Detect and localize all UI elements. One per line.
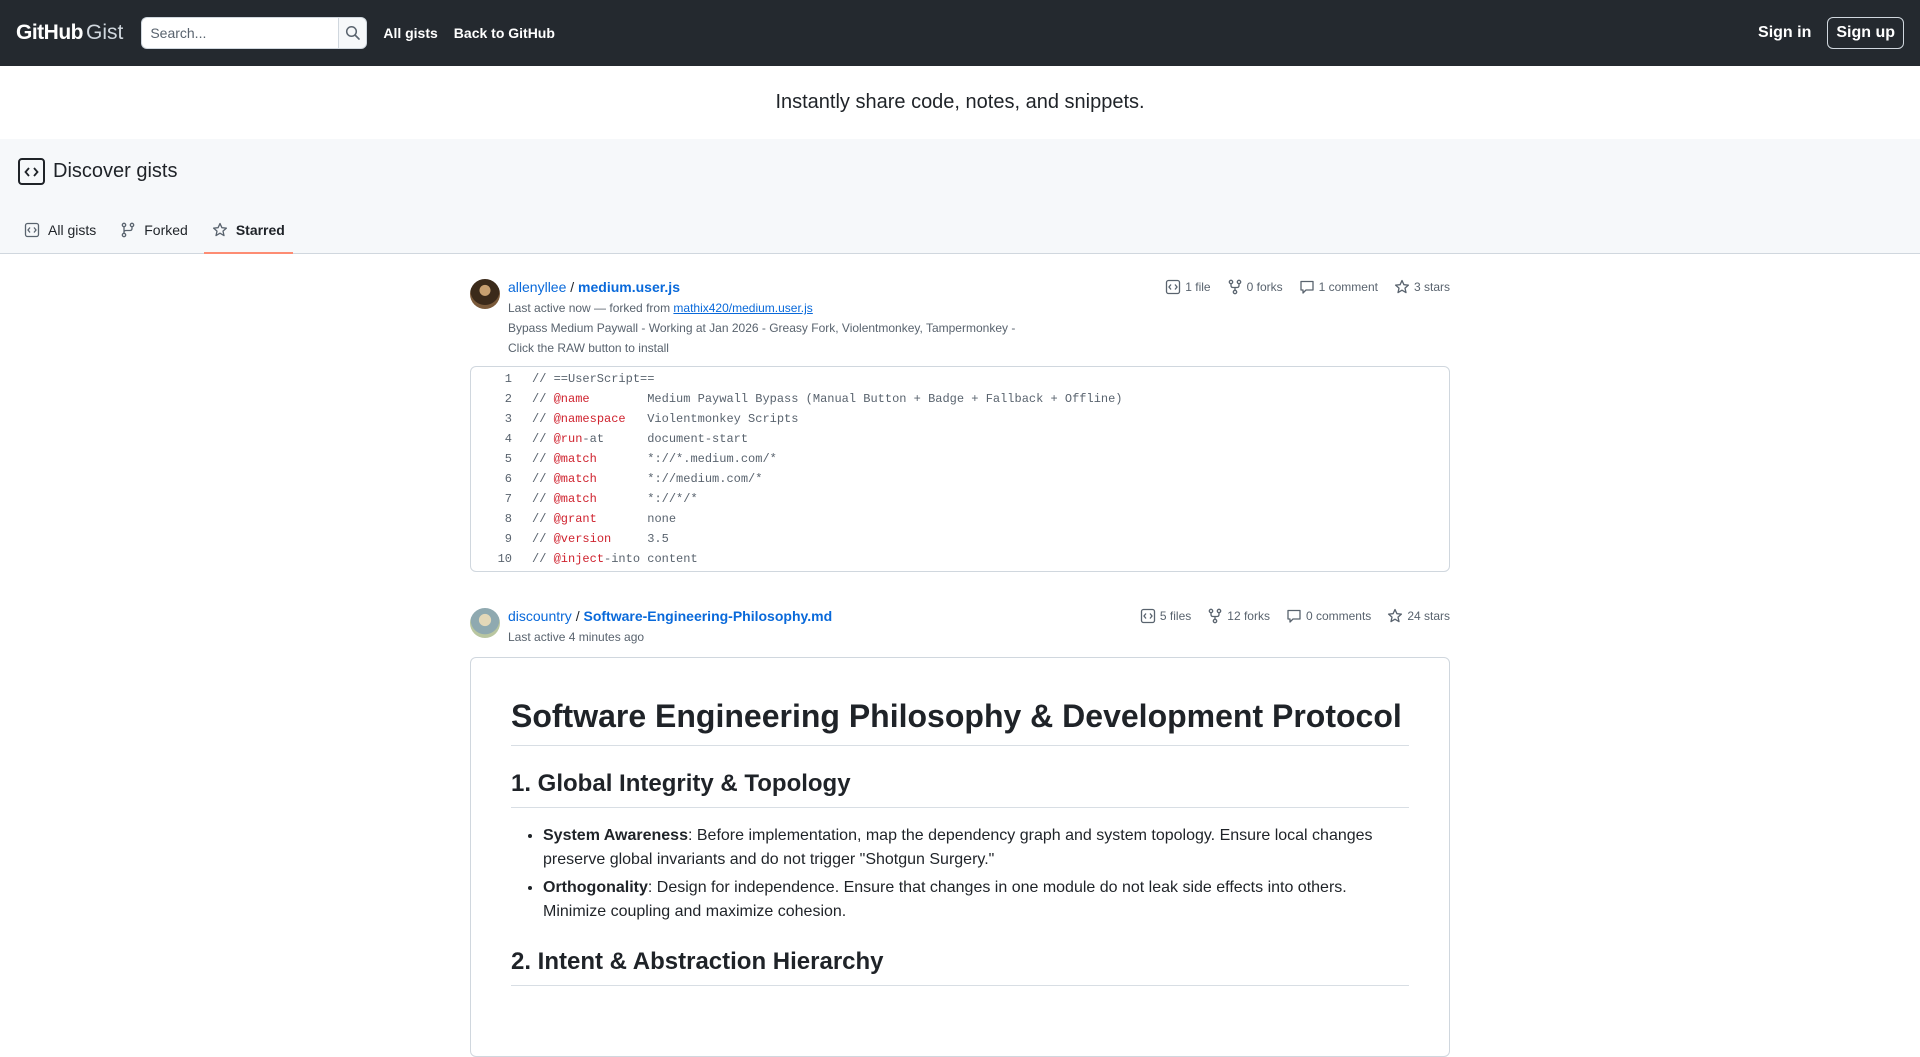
gist-tabs: All gists Forked Starred xyxy=(16,208,301,254)
discover-header: Discover gists All gists Forked Starred xyxy=(0,139,1920,254)
avatar[interactable] xyxy=(470,279,500,309)
logo-github-text: GitHub xyxy=(16,21,83,44)
line-number: 5 xyxy=(504,452,512,466)
tab-forked[interactable]: Forked xyxy=(112,208,196,254)
code-square-icon xyxy=(24,222,40,238)
gist-logo[interactable]: GitHub Gist xyxy=(16,21,123,45)
forks-stat[interactable]: 0 forks xyxy=(1227,279,1283,295)
search-button[interactable] xyxy=(338,17,368,49)
search-form xyxy=(141,17,368,49)
code-line: 4// @run-at document-start xyxy=(471,429,1449,449)
logo-gist-text: Gist xyxy=(85,21,124,44)
code-line: 8// @grant none xyxy=(471,509,1449,529)
code-line: 3// @namespace Violentmonkey Scripts xyxy=(471,409,1449,429)
files-stat[interactable]: 5 files xyxy=(1140,608,1191,624)
gist-stats: 1 file 0 forks 1 comment 3 stars xyxy=(1149,279,1450,295)
tagline: Instantly share code, notes, and snippet… xyxy=(775,91,1145,113)
gist-title: discountry / Software-Engineering-Philos… xyxy=(508,608,833,624)
gist-description-2: Click the RAW button to install xyxy=(508,341,669,355)
code-line: 10// @inject-into content xyxy=(471,549,1449,569)
line-number: 1 xyxy=(504,372,512,386)
gist-title: allenyllee / medium.user.js xyxy=(508,279,680,295)
files-stat[interactable]: 1 file xyxy=(1165,279,1211,295)
page-title-text: Discover gists xyxy=(53,160,178,182)
line-number: 9 xyxy=(504,532,512,546)
tab-starred[interactable]: Starred xyxy=(203,208,293,254)
tab-label: Forked xyxy=(144,222,188,238)
gist-item: allenyllee / medium.user.js Last active … xyxy=(470,279,1450,572)
fork-icon xyxy=(121,222,135,238)
code-line: 1// ==UserScript== xyxy=(471,369,1449,389)
code-square-icon xyxy=(1166,279,1181,295)
code-line: 6// @match *://medium.com/* xyxy=(471,469,1449,489)
markdown-heading-2: 2. Intent & Abstraction Hierarchy xyxy=(511,948,1409,986)
page-title: Discover gists xyxy=(18,139,1902,185)
tab-label: Starred xyxy=(235,222,285,238)
list-item: System Awareness: Before implementation,… xyxy=(543,824,1409,872)
line-number: 2 xyxy=(504,392,512,406)
line-number: 8 xyxy=(504,512,512,526)
gist-item: discountry / Software-Engineering-Philos… xyxy=(470,608,1450,1057)
tab-all-gists[interactable]: All gists xyxy=(16,208,104,254)
star-icon xyxy=(1388,608,1403,623)
code-line: 9// @version 3.5 xyxy=(471,529,1449,549)
list-item: Orthogonality: Design for independence. … xyxy=(543,876,1409,924)
star-icon xyxy=(1394,279,1410,294)
code-square-icon xyxy=(1140,608,1156,624)
nav-back-to-github[interactable]: Back to GitHub xyxy=(454,25,555,41)
gist-file-link[interactable]: medium.user.js xyxy=(578,279,680,295)
stars-stat[interactable]: 24 stars xyxy=(1387,608,1450,624)
code-preview: 1// ==UserScript== 2// @name Medium Payw… xyxy=(470,366,1450,572)
search-input[interactable] xyxy=(141,17,339,49)
tab-label: All gists xyxy=(48,222,97,238)
markdown-list: System Awareness: Before implementation,… xyxy=(511,824,1409,924)
gist-list: allenyllee / medium.user.js Last active … xyxy=(470,279,1450,1057)
code-line: 2// @name Medium Paywall Bypass (Manual … xyxy=(471,389,1449,409)
line-number: 6 xyxy=(504,472,512,486)
gist-activity: Last active now — forked from mathix420/… xyxy=(508,301,813,315)
line-number: 3 xyxy=(504,412,512,426)
gist-description: Bypass Medium Paywall - Working at Jan 2… xyxy=(508,321,1016,335)
nav-all-gists[interactable]: All gists xyxy=(383,25,437,41)
comment-icon xyxy=(1287,609,1301,623)
code-line: 7// @match *://*/* xyxy=(471,489,1449,509)
avatar[interactable] xyxy=(470,608,500,638)
markdown-heading-1: Software Engineering Philosophy & Develo… xyxy=(511,698,1409,746)
gist-stats: 5 files 12 forks 0 comments 24 stars xyxy=(1124,608,1450,624)
line-number: 4 xyxy=(504,432,512,446)
search-icon xyxy=(345,25,360,40)
comment-icon xyxy=(1299,280,1314,294)
fork-icon xyxy=(1228,279,1241,295)
fork-icon xyxy=(1208,608,1222,624)
comments-stat[interactable]: 1 comment xyxy=(1299,279,1378,295)
markdown-heading-2: 1. Global Integrity & Topology xyxy=(511,770,1409,808)
stars-stat[interactable]: 3 stars xyxy=(1394,279,1450,295)
gist-owner-link[interactable]: allenyllee xyxy=(508,279,566,295)
line-number: 7 xyxy=(504,492,512,506)
markdown-preview: Software Engineering Philosophy & Develo… xyxy=(470,657,1450,1057)
sign-in-link[interactable]: Sign in xyxy=(1758,24,1811,42)
gist-activity: Last active 4 minutes ago xyxy=(508,630,645,644)
forked-from-link[interactable]: mathix420/medium.user.js xyxy=(673,301,812,315)
gist-owner-link[interactable]: discountry xyxy=(508,608,572,624)
top-header: GitHub Gist All gists Back to GitHub Sig… xyxy=(0,0,1920,66)
forks-stat[interactable]: 12 forks xyxy=(1207,608,1270,624)
star-icon xyxy=(212,222,227,237)
gist-file-link[interactable]: Software-Engineering-Philosophy.md xyxy=(583,608,832,624)
comments-stat[interactable]: 0 comments xyxy=(1286,608,1371,624)
code-square-icon xyxy=(18,158,45,185)
line-number: 10 xyxy=(497,552,512,566)
code-line: 5// @match *://*.medium.com/* xyxy=(471,449,1449,469)
sign-up-button[interactable]: Sign up xyxy=(1827,17,1904,49)
